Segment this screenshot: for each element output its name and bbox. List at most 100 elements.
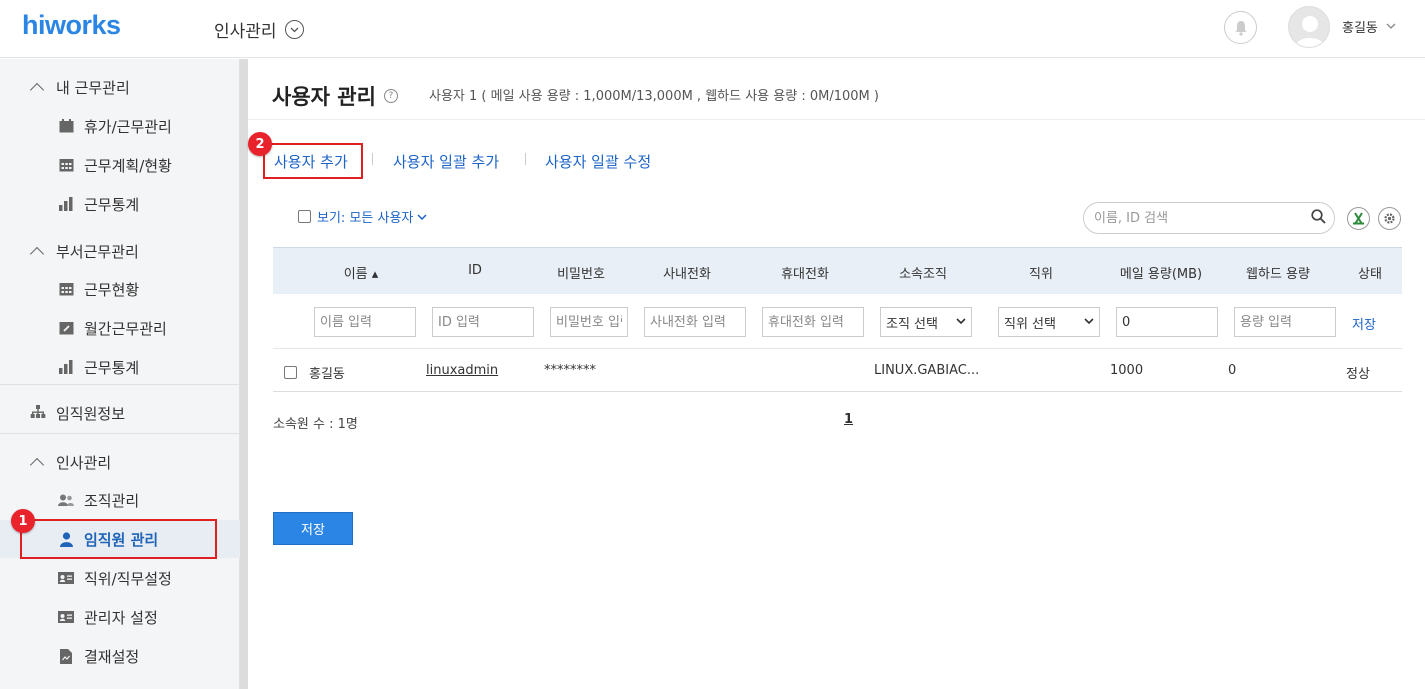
mail-quota-input[interactable] (1116, 307, 1218, 337)
name-filter-input[interactable] (314, 307, 416, 337)
chevron-up-icon (29, 82, 45, 97)
sidebar-item-work-status[interactable]: 근무현황 (0, 270, 240, 308)
document-icon (58, 648, 74, 664)
cell-password: ******** (544, 363, 596, 378)
sidebar-scrollbar[interactable] (240, 59, 248, 689)
sidebar-divider (0, 384, 240, 385)
sidebar-item-admin[interactable]: 관리자 설정 (0, 598, 240, 636)
sidebar: 내 근무관리 휴가/근무관리 근무계획/현황 근무통계 부서근무관리 근무현황 … (0, 59, 240, 689)
member-count: 소속원 수 : 1명 (273, 417, 358, 432)
column-header-mobile: 휴대전화 (781, 267, 829, 282)
user-menu[interactable]: 홍길동 (1342, 17, 1396, 36)
save-button[interactable]: 저장 (273, 512, 353, 545)
row-save-link[interactable]: 저장 (1352, 314, 1376, 333)
position-select-value: 직위 선택 (1004, 316, 1056, 332)
column-header-name[interactable]: 이름 ▴ (325, 263, 397, 282)
logo[interactable]: hiworks (22, 10, 121, 41)
title-divider (248, 119, 1425, 120)
bar-chart-icon (58, 196, 74, 212)
view-filter-label[interactable]: 보기: 모든 사용자 (317, 207, 413, 226)
module-title: 인사관리 (214, 22, 277, 42)
sidebar-item-label: 근무통계 (84, 195, 140, 214)
chevron-down-icon[interactable] (284, 20, 304, 39)
sidebar-section-label: 인사관리 (56, 453, 112, 472)
cell-webhard-quota: 0 (1228, 363, 1237, 378)
search-input[interactable] (1094, 210, 1294, 226)
office-phone-filter-input[interactable] (644, 307, 746, 337)
column-header-password: 비밀번호 (557, 267, 605, 282)
page-title: 사용자 관리 ? (272, 81, 398, 111)
column-header-webhard-quota: 웹하드 용량 (1246, 267, 1310, 282)
excel-download-icon[interactable] (1347, 207, 1370, 230)
chevron-down-icon (1084, 317, 1094, 327)
webhard-quota-input[interactable] (1234, 307, 1336, 337)
column-header-office-phone: 사내전화 (663, 267, 711, 282)
sidebar-item-label: 월간근무관리 (84, 319, 167, 338)
sidebar-item-label: 근무계획/현황 (84, 156, 172, 175)
sidebar-section-my-work[interactable]: 내 근무관리 (0, 68, 240, 106)
column-header-position: 직위 (1029, 267, 1053, 282)
sidebar-item-org[interactable]: 조직관리 (0, 481, 240, 519)
calendar-grid-icon (58, 157, 74, 173)
select-all-checkbox[interactable] (298, 210, 311, 223)
password-filter-input[interactable] (550, 307, 628, 337)
help-icon[interactable]: ? (383, 89, 398, 103)
bulk-edit-users-link[interactable]: 사용자 일괄 수정 (545, 151, 651, 172)
sidebar-item-monthly[interactable]: 월간근무관리 (0, 309, 240, 347)
module-selector[interactable]: 인사관리 (214, 17, 304, 42)
sidebar-item-dept-stats[interactable]: 근무통계 (0, 348, 240, 386)
cell-mail-quota: 1000 (1110, 363, 1144, 378)
cell-status: 정상 (1346, 367, 1370, 382)
sidebar-section-label: 임직원정보 (56, 404, 126, 423)
sidebar-section-dept-work[interactable]: 부서근무관리 (0, 232, 240, 270)
row-checkbox[interactable] (284, 366, 297, 379)
chevron-down-icon (417, 209, 427, 224)
mobile-filter-input[interactable] (762, 307, 864, 337)
avatar[interactable] (1288, 6, 1330, 48)
column-header-mail-quota: 메일 용량(MB) (1119, 267, 1203, 282)
sidebar-section-employee-info[interactable]: 임직원정보 (0, 394, 240, 432)
sidebar-item-leave[interactable]: 휴가/근무관리 (0, 107, 240, 145)
org-tree-icon (30, 405, 46, 421)
pagination-page[interactable]: 1 (844, 412, 853, 427)
cell-id-link[interactable]: linuxadmin (426, 363, 498, 378)
top-bar: hiworks 인사관리 홍길동 (0, 0, 1425, 58)
org-select[interactable]: 조직 선택 (880, 307, 972, 337)
cell-org: LINUX.GABIAC... (874, 363, 980, 378)
sidebar-item-my-stats[interactable]: 근무통계 (0, 185, 240, 223)
calendar-icon (58, 118, 74, 134)
sidebar-item-label: 근무통계 (84, 358, 140, 377)
annotation-highlight-add-user (263, 143, 363, 179)
sidebar-item-position[interactable]: 직위/직무설정 (0, 559, 240, 597)
chevron-up-icon (29, 246, 45, 261)
id-card-icon (58, 609, 74, 625)
position-select[interactable]: 직위 선택 (998, 307, 1100, 337)
filter-row: 조직 선택 직위 선택 저장 (273, 294, 1402, 349)
sidebar-item-label: 관리자 설정 (84, 608, 158, 627)
table-header: 이름 ▴ ID 비밀번호 사내전화 휴대전화 소속조직 직위 메일 용량(MB)… (273, 247, 1402, 294)
sidebar-section-hr[interactable]: 인사관리 (0, 443, 240, 481)
sidebar-section-label: 내 근무관리 (56, 78, 130, 97)
search-icon[interactable] (1311, 208, 1326, 228)
chevron-up-icon (29, 457, 45, 472)
id-filter-input[interactable] (432, 307, 534, 337)
sidebar-item-approval[interactable]: 결재설정 (0, 637, 240, 675)
calendar-grid-icon (58, 281, 74, 297)
view-filter[interactable]: 보기: 모든 사용자 (298, 207, 427, 226)
notification-bell-icon[interactable] (1224, 11, 1257, 44)
action-separator (372, 153, 373, 165)
annotation-highlight-employee-mgmt (20, 519, 217, 559)
settings-gear-icon[interactable] (1378, 207, 1401, 230)
sidebar-item-label: 직위/직무설정 (84, 569, 172, 588)
action-separator (525, 153, 526, 165)
users-icon (58, 492, 74, 508)
sidebar-item-work-plan[interactable]: 근무계획/현황 (0, 146, 240, 184)
annotation-badge-1: 1 (11, 509, 35, 533)
id-card-icon (58, 570, 74, 586)
bulk-add-users-link[interactable]: 사용자 일괄 추가 (393, 151, 499, 172)
sidebar-item-label: 휴가/근무관리 (84, 117, 172, 136)
column-header-org: 소속조직 (899, 267, 947, 282)
sidebar-item-label: 근무현황 (84, 280, 140, 299)
column-header-id: ID (468, 263, 482, 278)
annotation-badge-2: 2 (248, 132, 272, 156)
